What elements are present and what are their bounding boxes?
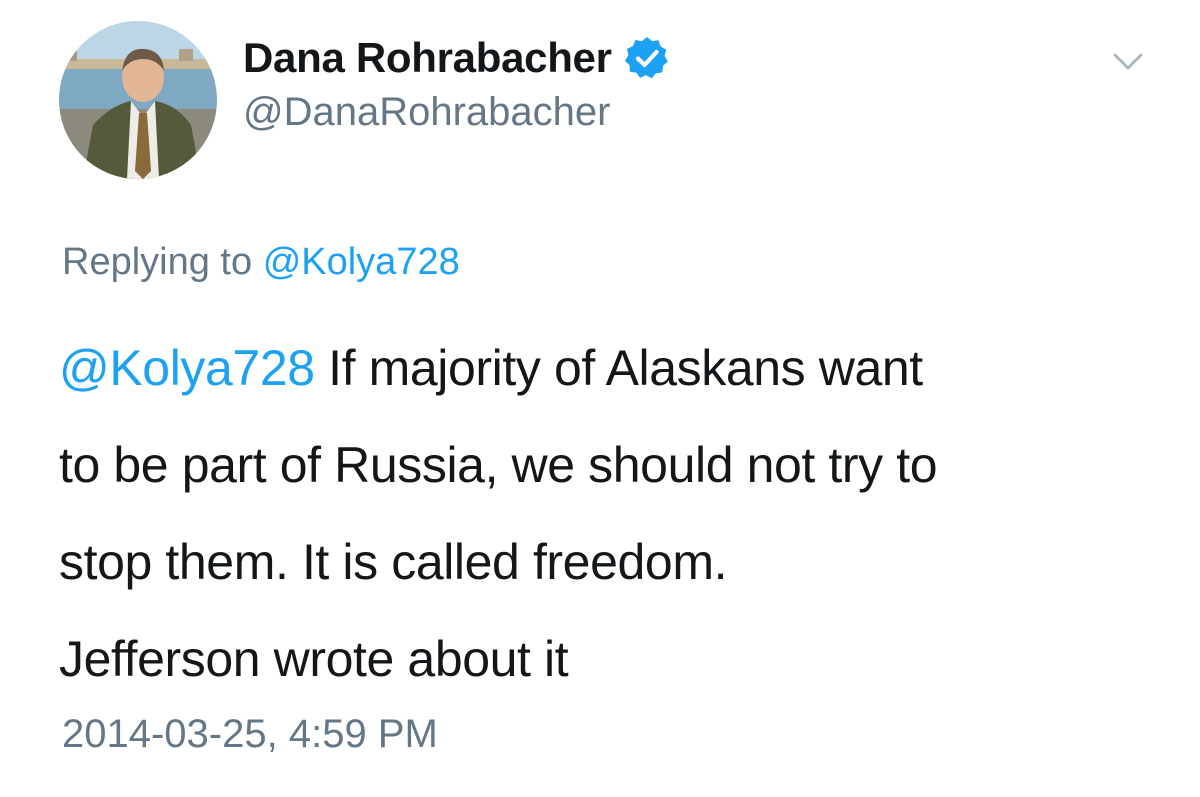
tweet-text: @Kolya728 If majority of Alaskans want t… — [59, 320, 1169, 708]
avatar[interactable] — [59, 21, 217, 179]
reply-context: Replying to @Kolya728 — [62, 241, 460, 284]
verified-badge-icon — [624, 35, 670, 81]
reply-context-mention-link[interactable]: @Kolya728 — [263, 241, 460, 283]
avatar-image — [59, 21, 217, 179]
tweet-line-1-text: If majority of Alaskans want — [314, 340, 923, 396]
tweet-line-4: Jefferson wrote about it — [59, 631, 569, 687]
author-handle[interactable]: @DanaRohrabacher — [243, 90, 610, 135]
tweet-card: Dana Rohrabacher @DanaRohrabacher Replyi… — [0, 0, 1200, 797]
author-name-row[interactable]: Dana Rohrabacher — [243, 30, 670, 86]
author-display-name[interactable]: Dana Rohrabacher — [243, 34, 612, 82]
reply-context-prefix: Replying to — [62, 241, 253, 283]
tweet-mention-link[interactable]: @Kolya728 — [59, 340, 315, 396]
chevron-down-icon[interactable] — [1112, 50, 1144, 74]
tweet-line-2: to be part of Russia, we should not try … — [59, 437, 938, 493]
tweet-line-1: @Kolya728 If majority of Alaskans want — [59, 320, 1169, 417]
tweet-timestamp[interactable]: 2014-03-25, 4:59 PM — [62, 712, 438, 757]
tweet-line-3: stop them. It is called freedom. — [59, 534, 728, 590]
